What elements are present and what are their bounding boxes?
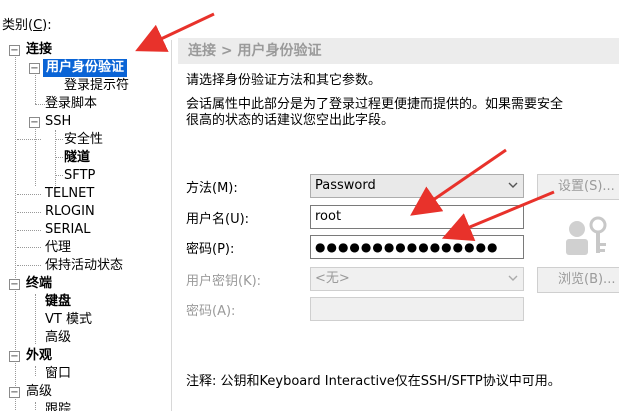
method-select[interactable]: Password (310, 174, 524, 198)
collapse-icon[interactable]: − (9, 45, 20, 56)
collapse-icon[interactable]: − (9, 351, 20, 362)
tree-item-window[interactable]: 窗口 (45, 365, 71, 383)
tree-item-user-auth[interactable]: 用户身份验证 (43, 59, 128, 77)
tree-line (35, 72, 36, 104)
tree-line (17, 265, 41, 266)
panel-breadcrumb: 连接 > 用户身份验证 (178, 38, 619, 64)
tree-item-keyboard[interactable]: 键盘 (45, 293, 71, 311)
tree-line (55, 175, 63, 176)
note-text: 注释: 公钥和Keyboard Interactive仅在SSH/SFTP协议中… (186, 374, 561, 389)
collapse-icon[interactable]: − (9, 387, 20, 398)
tree-item-sftp[interactable]: SFTP (64, 167, 95, 185)
category-label-close: ): (42, 18, 52, 33)
tree-item-terminal-advanced[interactable]: 高级 (45, 329, 71, 347)
tree-line (17, 247, 41, 248)
category-label-accel: C (33, 18, 43, 33)
userkey-label: 用户密钥(K): (186, 274, 262, 289)
browse-button[interactable]: 浏览(B)... (537, 267, 619, 293)
tree-line (17, 212, 41, 213)
tree-line (35, 366, 36, 376)
tree-line (55, 157, 63, 158)
tree-item-tunnel[interactable]: 隧道 (64, 149, 90, 167)
tree-item-ssh[interactable]: SSH (45, 113, 71, 131)
tree-line (17, 139, 41, 140)
username-label: 用户名(U): (186, 212, 250, 227)
tree-item-login-script[interactable]: 登录脚本 (45, 95, 97, 113)
tree-item-login-prompt[interactable]: 登录提示符 (64, 77, 129, 95)
collapse-icon[interactable]: − (9, 279, 20, 290)
collapse-icon[interactable]: − (29, 117, 40, 128)
tree-item-trace[interactable]: 跟踪 (45, 401, 71, 411)
tree-item-connection[interactable]: 连接 (26, 41, 52, 59)
method-label: 方法(M): (186, 181, 238, 196)
tree-line (17, 230, 41, 231)
category-tree[interactable]: − − − − − − 连接 用户身份验证 登录提示符 登录脚本 SSH 安全性… (0, 40, 172, 411)
username-field[interactable]: root (310, 205, 524, 229)
tree-item-advanced[interactable]: 高级 (26, 383, 52, 401)
chevron-down-icon (507, 175, 519, 206)
userkey-select-value: <无> (315, 271, 350, 286)
tree-line (35, 402, 36, 411)
tree-line (35, 294, 36, 344)
tree-line (55, 139, 63, 140)
tree-line (35, 122, 36, 186)
userkey-select[interactable]: <无> (310, 267, 524, 291)
user-key-icon (566, 216, 607, 255)
settings-button[interactable]: 设置(S)... (537, 174, 619, 200)
chevron-down-icon (507, 268, 519, 299)
category-label-text: 类别( (2, 18, 34, 33)
tree-item-proxy[interactable]: 代理 (45, 239, 71, 257)
tree-item-security[interactable]: 安全性 (64, 131, 103, 149)
tree-item-rlogin[interactable]: RLOGIN (45, 203, 95, 221)
passphrase-label: 密码(A): (186, 304, 236, 319)
passphrase-field[interactable] (310, 297, 524, 321)
password-field[interactable]: ●●●●●●●●●●●●●●●● (310, 235, 524, 259)
category-label: 类别(C): (2, 14, 52, 33)
method-select-value: Password (315, 178, 376, 193)
tree-item-telnet[interactable]: TELNET (45, 185, 94, 203)
tree-item-serial[interactable]: SERIAL (45, 221, 90, 239)
tree-item-terminal[interactable]: 终端 (26, 275, 52, 293)
password-label: 密码(P): (186, 242, 235, 257)
tree-item-keepalive[interactable]: 保持活动状态 (45, 257, 123, 275)
panel-description: 请选择身份验证方法和其它参数。 (186, 73, 382, 88)
tree-line (17, 194, 41, 195)
collapse-icon[interactable]: − (29, 63, 40, 74)
tree-item-vt-mode[interactable]: VT 模式 (45, 311, 92, 329)
tree-item-appearance[interactable]: 外观 (26, 347, 52, 365)
panel-description: 很高的状态的话建议您空出此字段。 (186, 113, 395, 128)
